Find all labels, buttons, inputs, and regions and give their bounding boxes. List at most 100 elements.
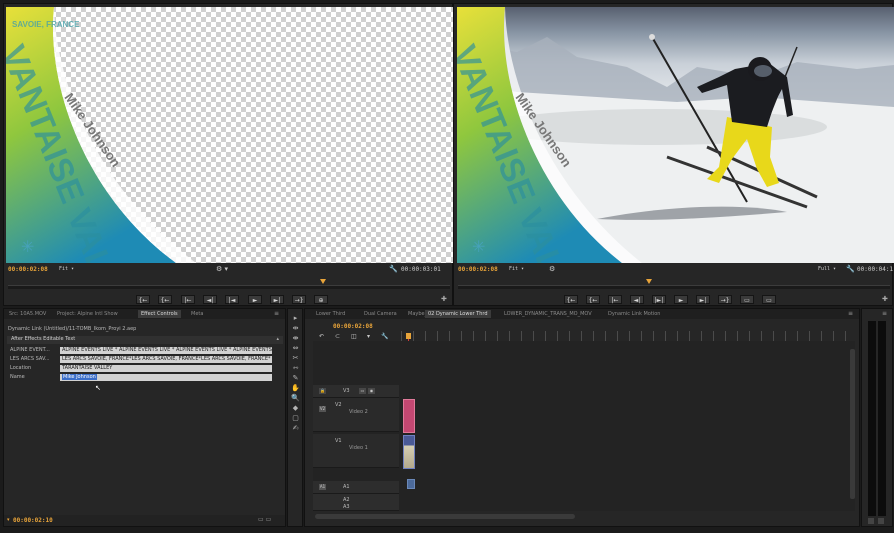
track-header-v3[interactable]: 🔒 V3 ▭ ◉	[313, 385, 399, 398]
effect-collapse-icon[interactable]: ▴	[276, 336, 279, 342]
keyframe-tool-icon[interactable]: ◆	[291, 404, 300, 412]
linked-selection-icon[interactable]: ⊂	[335, 333, 340, 340]
hand-tool-icon[interactable]: ✋	[291, 384, 300, 392]
program-zoom-select[interactable]: Fit ▾	[509, 266, 524, 272]
step-forward-button[interactable]: ►|	[270, 295, 284, 304]
clip-audio-1[interactable]	[407, 479, 415, 489]
sync-lock-icon[interactable]: ▭	[359, 388, 366, 394]
source-playhead[interactable]	[320, 279, 326, 284]
timeline-tabbar: Lower Third Dual Camera Maybe_ComposiTar…	[305, 309, 859, 319]
property-label-lesarcs: LES ARCS SAV...	[10, 356, 50, 362]
source-scrub-bar[interactable]	[8, 285, 450, 289]
track-header-v1[interactable]: V1 Video 1	[313, 434, 399, 468]
a1-source-patch[interactable]: A1	[319, 484, 326, 490]
add-marker-icon[interactable]: ◫	[351, 333, 357, 340]
program-add-button-icon[interactable]: ✚	[882, 295, 888, 303]
property-field-lesarcs[interactable]: LES ARCS SAVOIE, FRANCE*LES ARCS SAVOIE,…	[60, 356, 272, 363]
panel-menu-icon[interactable]: ≡	[274, 310, 279, 317]
rectangle-tool-icon[interactable]: ▢	[291, 414, 300, 422]
tools-panel: ▸ ⇹ ⇼ ⇔ ✂ ⇿ ✎ ✋ 🔍 ◆ ▢ ✍	[287, 308, 303, 527]
timeline-menu-icon[interactable]: ≡	[848, 310, 853, 317]
property-field-alpine[interactable]: ALPINE EVENTS LIVE * ALPINE EVENTS LIVE …	[60, 347, 272, 354]
property-field-location[interactable]: TARANTAISE VALLEY	[60, 365, 272, 372]
source-settings-icon[interactable]: ⚙ ▾	[216, 265, 228, 273]
track-select-tool-icon[interactable]: ⇹	[291, 324, 300, 332]
go-to-in-button[interactable]: |←	[181, 295, 195, 304]
pen-tool-icon[interactable]: ✎	[291, 374, 300, 382]
v2-source-patch[interactable]: V2	[319, 406, 326, 412]
tab-project[interactable]: Project: Alpine Intl Show	[54, 310, 121, 318]
effect-header[interactable]: After Effects Editable Text ▴	[7, 336, 283, 344]
source-wrench-icon[interactable]: 🔧	[389, 265, 398, 273]
sequence-tab-lower-dynamic[interactable]: LOWER_DYNAMIC_TRANS_MO_MOV	[501, 310, 595, 318]
footer-filter-icon[interactable]: ▭ ▭	[258, 516, 271, 523]
program-play-button[interactable]: ►	[674, 295, 688, 304]
sequence-tab-lower-third[interactable]: Lower Third	[313, 310, 348, 318]
slip-tool-icon[interactable]: ⇿	[291, 364, 300, 372]
sequence-tab-dynamic-link[interactable]: Dynamic Link Motion	[605, 310, 663, 318]
program-scrub-bar[interactable]	[458, 285, 890, 289]
play-button[interactable]: ►	[248, 295, 262, 304]
program-lift-button[interactable]: ▭	[740, 295, 754, 304]
program-duration: 00:00:04:1	[857, 266, 894, 273]
property-field-name[interactable]: Mike Johnson	[60, 374, 272, 381]
tab-metadata[interactable]: Meta	[188, 310, 206, 318]
source-add-button-icon[interactable]: ✚	[441, 295, 447, 303]
timeline-timecode[interactable]: 00:00:02:08	[333, 323, 373, 330]
mark-out-button[interactable]: {←	[158, 295, 172, 304]
track-v3-label: V3	[343, 388, 350, 394]
track-a3-label: A3	[343, 504, 350, 510]
svg-text:✳: ✳	[472, 237, 485, 256]
zoom-tool-icon[interactable]: 🔍	[291, 394, 300, 402]
tab-effect-controls[interactable]: Effect Controls	[138, 310, 181, 318]
step-back-button[interactable]: ◄|	[203, 295, 217, 304]
audio-meter-menu-icon[interactable]: ≡	[882, 310, 887, 317]
program-step-back-button[interactable]: ◄|	[630, 295, 644, 304]
play-in-out-button[interactable]: |◄	[225, 295, 239, 304]
program-wrench-icon[interactable]: 🔧	[846, 265, 855, 273]
program-settings-icon[interactable]: ⚙	[549, 265, 555, 273]
mark-in-button[interactable]: {←	[136, 295, 150, 304]
program-timecode[interactable]: 00:00:02:08	[458, 266, 498, 273]
ripple-edit-tool-icon[interactable]: ⇼	[291, 334, 300, 342]
timeline-wrench-icon[interactable]: 🔧	[381, 333, 388, 340]
selection-tool-icon[interactable]: ▸	[291, 314, 300, 322]
program-extract-button[interactable]: ▭	[762, 295, 776, 304]
program-mark-out-button[interactable]: {←	[586, 295, 600, 304]
program-step-forward-button[interactable]: ►|	[696, 295, 710, 304]
source-transport-bar: {← {← |← ◄| |◄ ► ►| →} ⊕ ✚	[4, 294, 452, 306]
tab-source[interactable]: Src: 10A5.MOV	[6, 310, 49, 318]
type-tool-icon[interactable]: ✍	[291, 424, 300, 432]
razor-tool-icon[interactable]: ✂	[291, 354, 300, 362]
snap-icon[interactable]: ↶	[319, 333, 324, 340]
source-timecode[interactable]: 00:00:02:08	[8, 266, 48, 273]
sequence-tab-dual-camera[interactable]: Dual Camera	[361, 310, 400, 318]
rolling-edit-tool-icon[interactable]: ⇔	[291, 344, 300, 352]
audio-meter-solo-2[interactable]	[878, 518, 884, 524]
effect-controls-timecode[interactable]: 00:00:02:10	[13, 517, 53, 524]
program-video-canvas[interactable]: VANTAISE VALLEY Mike Johnson ✳	[457, 7, 894, 263]
property-label-alpine: ALPINE EVENT...	[10, 347, 50, 353]
vertical-scrollbar[interactable]	[850, 349, 855, 499]
sequence-tab-dynamic-lower-third[interactable]: 02 Dynamic Lower Thrd	[425, 310, 491, 318]
marker-icon[interactable]: ▾	[367, 333, 370, 340]
program-go-to-out-button[interactable]: →}	[718, 295, 732, 304]
program-playhead[interactable]	[646, 279, 652, 284]
track-header-v2[interactable]: V2 V2 Video 2	[313, 398, 399, 432]
clip-video-1[interactable]	[403, 435, 415, 469]
program-mark-in-button[interactable]: {←	[564, 295, 578, 304]
track-header-a1[interactable]: A1 A1	[313, 481, 399, 494]
go-to-out-button[interactable]: →}	[292, 295, 306, 304]
clip-lower-third[interactable]	[403, 399, 415, 433]
program-go-to-in-button[interactable]: |←	[608, 295, 622, 304]
lock-icon[interactable]: 🔒	[319, 388, 326, 394]
insert-button[interactable]: ⊕	[314, 295, 328, 304]
program-play-in-out-button[interactable]: |►|	[652, 295, 666, 304]
audio-meter-solo[interactable]	[868, 518, 874, 524]
timeline-scrollbar[interactable]	[315, 514, 575, 519]
source-zoom-select[interactable]: Fit ▾	[59, 266, 74, 272]
source-video-canvas[interactable]: SAVOIE, FRANCE VANTAISE VALLEY Mike John…	[6, 7, 453, 263]
track-header-a3[interactable]: A3	[313, 504, 399, 511]
program-quality-select[interactable]: Full ▾	[818, 266, 836, 272]
eye-icon[interactable]: ◉	[368, 388, 375, 394]
